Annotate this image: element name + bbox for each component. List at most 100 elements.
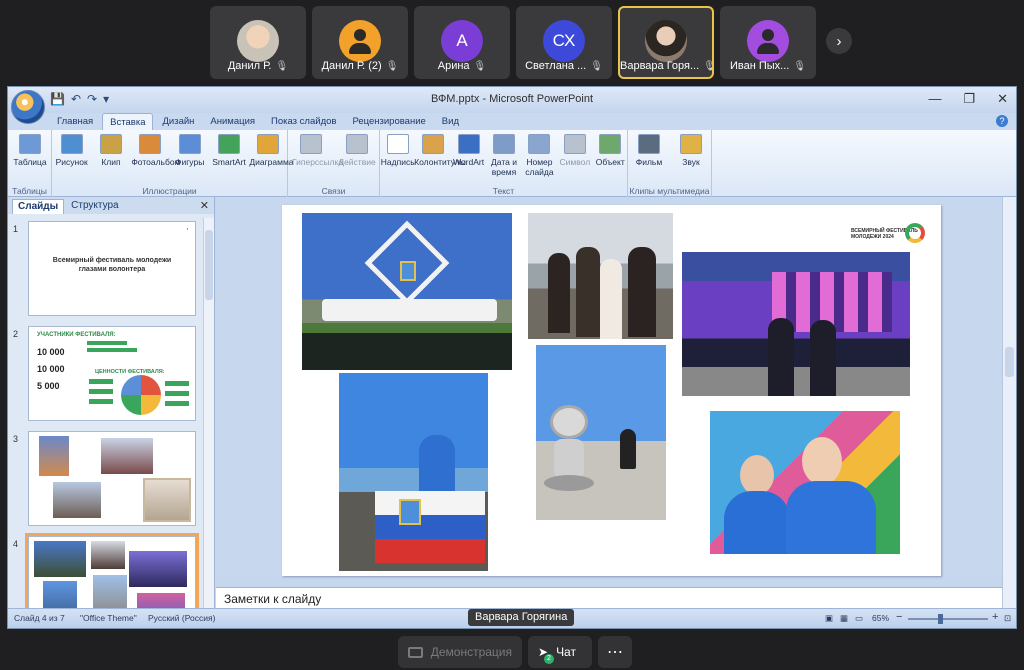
ribbon-icon	[386, 134, 409, 154]
slide-thumbnail-2[interactable]: УЧАСТНИКИ ФЕСТИВАЛЯ: 10 000 10 000 5 000…	[28, 326, 196, 421]
more-options-button[interactable]: ⋯	[598, 636, 632, 668]
ribbon-group-label: Клипы мультимедиа	[629, 186, 710, 196]
window-controls: — ❐ ✕	[928, 91, 1008, 107]
slide-thumbnail-4[interactable]	[25, 533, 199, 610]
slide-counter: Слайд 4 из 7	[14, 613, 65, 623]
help-icon[interactable]: ?	[996, 115, 1008, 127]
participant-tile[interactable]: Варвара Горя... 🎙	[618, 6, 714, 79]
office-button[interactable]	[11, 90, 45, 124]
slide-thumbnail-1[interactable]: ◐ Всемирный фестиваль молодежи глазами в…	[28, 221, 196, 316]
ribbon-group-label: Таблицы	[12, 186, 47, 196]
ribbon-button[interactable]: Номер слайда	[520, 134, 558, 177]
title-bar: 💾 ↶ ↷ ▾ ВФМ.pptx - Microsoft PowerPoint …	[8, 87, 1016, 124]
ribbon-button-label: WordArt	[453, 157, 485, 167]
zoom-in-icon[interactable]: +	[992, 611, 998, 623]
more-icon: ⋯	[607, 644, 623, 661]
ribbon-button-label: Звук	[682, 157, 700, 167]
view-show-icon[interactable]: ▭	[855, 613, 863, 624]
ribbon-button[interactable]: Гиперссылка	[292, 134, 343, 167]
tab-1[interactable]: Вставка	[102, 113, 154, 130]
minimize-button[interactable]: —	[928, 91, 941, 107]
ribbon-icon	[563, 134, 586, 154]
ribbon-button[interactable]: Надпись	[379, 134, 417, 167]
ribbon-icon	[218, 134, 240, 154]
view-sorter-icon[interactable]: ▦	[840, 613, 848, 624]
thumbnail-list: 1 ◐ Всемирный фестиваль молодежи глазами…	[8, 218, 204, 610]
ribbon-button[interactable]: Звук	[672, 134, 710, 167]
tab-outline[interactable]: Структура	[66, 199, 123, 214]
festival-logo: ВСЕМИРНЫЙ ФЕСТИВАЛЬ МОЛОДЕЖИ 2024	[851, 223, 925, 245]
ribbon-icon	[139, 134, 162, 154]
fit-slide-icon[interactable]: ⊡	[1004, 613, 1011, 624]
zoom-slider[interactable]	[908, 618, 988, 620]
ribbon-button[interactable]: Фотоальбом	[131, 134, 180, 167]
ribbon-button-label: Фигуры	[175, 157, 205, 167]
photo-astronaut-statue	[536, 345, 666, 520]
ribbon-button[interactable]: Дата и время	[485, 134, 523, 177]
ribbon-button[interactable]: Рисунок	[53, 134, 91, 167]
participant-tile[interactable]: СХ Светлана ... 🎙	[516, 6, 612, 79]
ribbon-button[interactable]: Фильм	[630, 134, 668, 167]
tab-2[interactable]: Дизайн	[155, 113, 201, 130]
close-pane-icon[interactable]: ✕	[200, 199, 209, 212]
view-normal-icon[interactable]: ▣	[825, 613, 833, 624]
tab-0[interactable]: Главная	[50, 113, 100, 130]
slide-number: 3	[13, 434, 19, 444]
current-slide[interactable]: ВСЕМИРНЫЙ ФЕСТИВАЛЬ МОЛОДЕЖИ 2024	[282, 205, 941, 576]
slide-editing-area: ВСЕМИРНЫЙ ФЕСТИВАЛЬ МОЛОДЕЖИ 2024	[216, 197, 1002, 576]
ribbon-group: Надпись Колонтитулы WordArt Дата и время Ном…	[380, 130, 628, 197]
participant-tile[interactable]: Данил Р. (2) 🎙	[312, 6, 408, 79]
ribbon-button[interactable]: Клип	[92, 134, 130, 167]
ribbon-icon	[346, 134, 368, 154]
ribbon-icon	[457, 134, 480, 154]
notes-pane[interactable]: Заметки к слайду	[216, 587, 1002, 609]
zoom-out-icon[interactable]: −	[896, 611, 902, 623]
ribbon-button[interactable]: Действие	[338, 134, 376, 167]
zoom-slider-knob[interactable]	[938, 614, 943, 624]
slides-pane-tabs: Слайды Структура ✕	[8, 197, 214, 214]
ribbon-button[interactable]: Объект	[591, 134, 629, 167]
ribbon-button[interactable]: Колонтитулы	[414, 134, 466, 167]
window-title: ВФМ.pptx - Microsoft PowerPoint	[430, 93, 594, 105]
close-button[interactable]: ✕	[997, 91, 1008, 107]
thumbnail-scrollbar[interactable]	[203, 218, 214, 610]
chat-label: Чат	[556, 645, 576, 659]
ribbon-button[interactable]: Фигуры	[171, 134, 209, 167]
participant-tile[interactable]: Данил Р. 🎙	[210, 6, 306, 79]
slide-scrollbar[interactable]	[1002, 197, 1016, 610]
participant-tile[interactable]: Иван Пых... 🎙	[720, 6, 816, 79]
ribbon-button[interactable]: SmartArt	[210, 134, 248, 167]
participant-name: Данил Р. 🎙	[212, 60, 304, 72]
tab-6[interactable]: Вид	[435, 113, 466, 130]
photo-festival-stage	[682, 252, 910, 396]
ribbon-button[interactable]: Диаграмма	[249, 134, 294, 167]
participant-name: Данил Р. (2) 🎙	[314, 60, 406, 72]
ribbon-button[interactable]: WordArt	[450, 134, 488, 167]
tab-5[interactable]: Рецензирование	[345, 113, 432, 130]
tab-3[interactable]: Анимация	[203, 113, 262, 130]
tab-4[interactable]: Показ слайдов	[264, 113, 343, 130]
ribbon: Таблица Таблицы Рисунок Клип Фотоальбом Фигур…	[8, 130, 1016, 197]
ribbon-button-label: Номер слайда	[525, 157, 554, 177]
ribbon-button[interactable]: Таблица	[11, 134, 49, 167]
ribbon-group-label: Текст	[492, 186, 515, 196]
participant-tile[interactable]: А Арина 🎙	[414, 6, 510, 79]
slide-number: 1	[13, 224, 19, 234]
tab-slides[interactable]: Слайды	[12, 199, 65, 214]
screen-share-button[interactable]: Демонстрация	[398, 636, 522, 668]
person-icon	[747, 20, 789, 62]
photo-volunteers-selfie	[710, 411, 900, 554]
ribbon-icon	[300, 134, 322, 154]
chat-button[interactable]: ➤ 2 Чат	[528, 636, 592, 668]
thumbnail-title: Всемирный фестиваль молодежи глазами вол…	[52, 257, 172, 273]
ribbon-button-label: Фильм	[635, 157, 663, 167]
mic-muted-icon: 🎙	[590, 61, 603, 72]
next-participants-button[interactable]: ›	[826, 28, 852, 54]
slide-thumbnail-3[interactable]	[28, 431, 196, 526]
restore-button[interactable]: ❐	[963, 91, 975, 107]
ribbon-button[interactable]: Символ	[556, 134, 594, 167]
language[interactable]: Русский (Россия)	[148, 613, 215, 623]
zoom-level[interactable]: 65%	[872, 613, 889, 623]
ribbon-group-label: Связи	[321, 186, 346, 196]
photo-flag-at-sea	[339, 373, 488, 571]
